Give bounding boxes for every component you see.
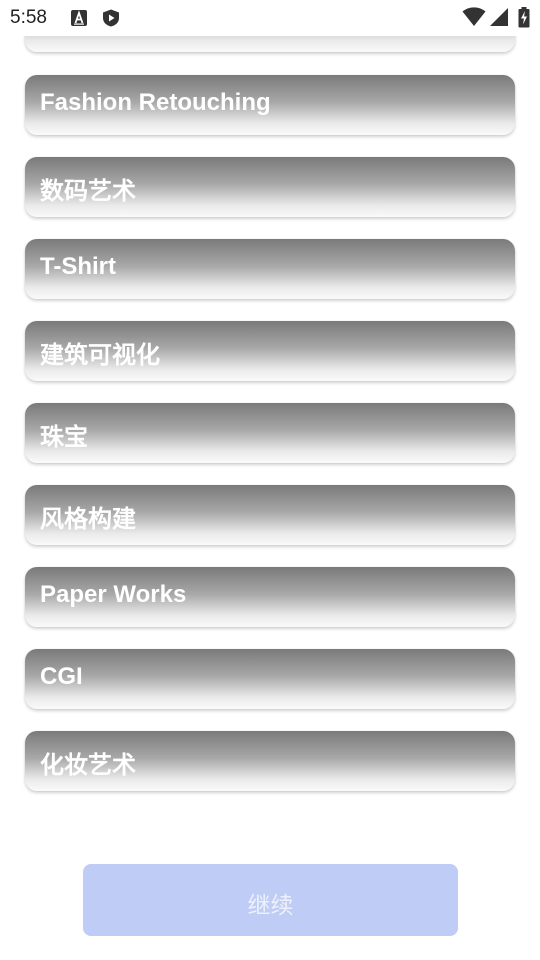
- category-label: 建筑可视化: [40, 342, 160, 369]
- category-label: Fashion Retouching: [40, 89, 271, 116]
- category-label: 珠宝: [40, 424, 88, 451]
- category-card-style-building[interactable]: 风格构建: [25, 485, 515, 545]
- continue-button-label: 继续: [247, 893, 294, 919]
- category-card-fashion-retouching[interactable]: Fashion Retouching: [25, 75, 515, 135]
- status-time: 5:58: [10, 7, 47, 28]
- category-card-makeup-art[interactable]: 化妆艺术: [25, 731, 515, 791]
- screen: Fashion Retouching 数码艺术 T-Shirt 建筑可视化 珠宝…: [0, 0, 540, 960]
- category-card-paper-works[interactable]: Paper Works: [25, 567, 515, 627]
- wifi-icon: [462, 7, 486, 32]
- category-card-digital-art[interactable]: 数码艺术: [25, 157, 515, 217]
- category-card-t-shirt[interactable]: T-Shirt: [25, 239, 515, 299]
- a-badge-icon: [70, 9, 88, 27]
- category-label: 化妆艺术: [40, 752, 136, 779]
- category-label: CGI: [40, 663, 83, 690]
- category-label: Paper Works: [40, 581, 187, 608]
- status-bar: 5:58: [0, 0, 540, 36]
- signal-icon: [489, 7, 509, 32]
- continue-button[interactable]: 继续: [83, 864, 458, 936]
- category-label: T-Shirt: [40, 253, 116, 280]
- battery-icon: [518, 7, 530, 33]
- category-card-architectural-visualization[interactable]: 建筑可视化: [25, 321, 515, 381]
- category-card-cgi[interactable]: CGI: [25, 649, 515, 709]
- shield-play-icon: [102, 9, 120, 27]
- category-label: 风格构建: [40, 506, 136, 533]
- category-card-jewelry[interactable]: 珠宝: [25, 403, 515, 463]
- category-label: 数码艺术: [40, 178, 136, 205]
